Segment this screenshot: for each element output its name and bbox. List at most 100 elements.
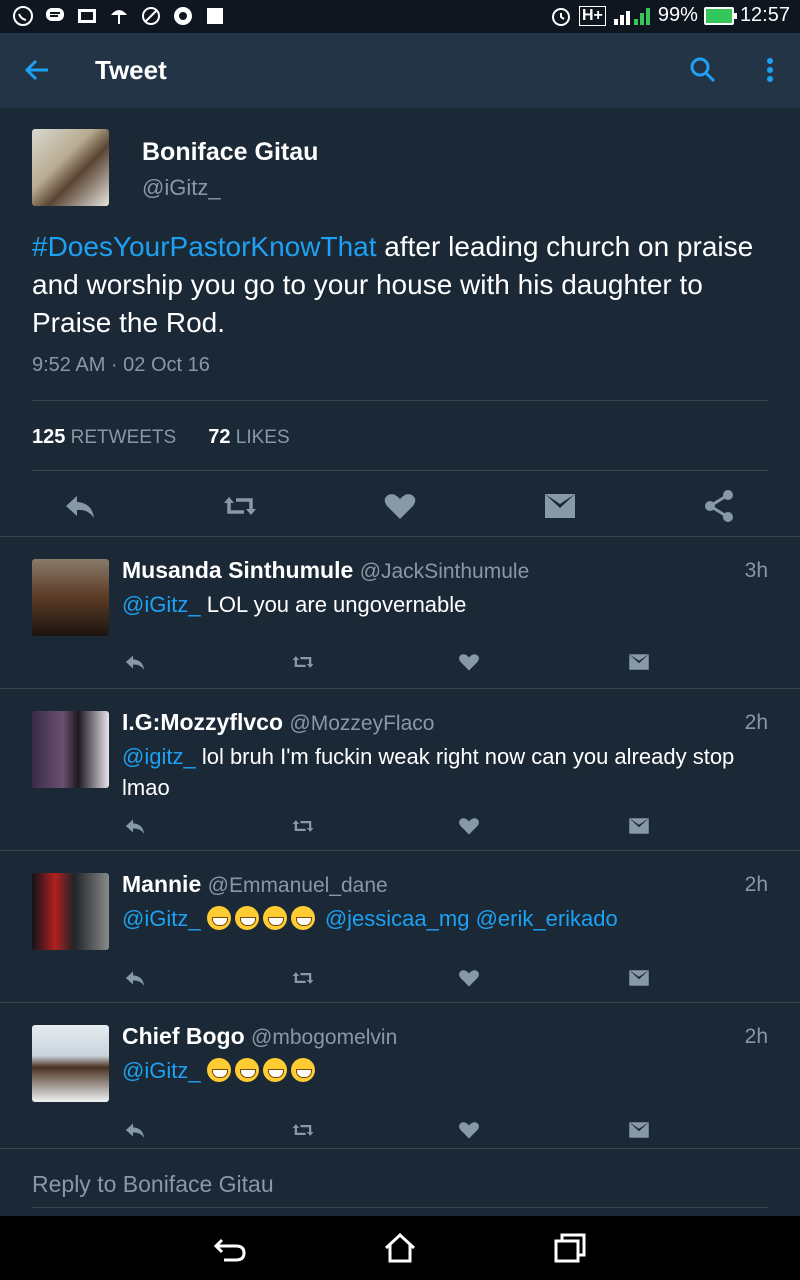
avatar[interactable]: [32, 559, 109, 636]
search-icon[interactable]: [688, 55, 718, 85]
share-icon[interactable]: [700, 486, 740, 526]
reply-time: 2h: [744, 711, 768, 734]
home-icon[interactable]: [382, 1230, 418, 1266]
reply-name: Mannie: [122, 871, 202, 897]
clock: 12:57: [739, 4, 790, 26]
retweet-icon[interactable]: [290, 813, 316, 839]
likes-count: 72: [208, 426, 231, 448]
reply-handle: @Emmanuel_dane: [207, 874, 388, 897]
status-bar: H+ 99% 12:57: [0, 0, 800, 33]
divider: [32, 400, 768, 401]
retweet-icon[interactable]: [220, 486, 260, 526]
divider: [32, 470, 768, 471]
like-icon[interactable]: [456, 965, 482, 991]
direct-message-icon[interactable]: [540, 486, 580, 526]
whatsapp-icon: [13, 6, 33, 26]
avatar[interactable]: [32, 873, 109, 950]
grin-emoji-icon: [262, 906, 287, 930]
overflow-menu-icon[interactable]: [758, 55, 782, 85]
author-handle[interactable]: @iGitz_: [142, 175, 221, 201]
avatar[interactable]: [32, 1025, 109, 1102]
avatar[interactable]: [32, 711, 109, 788]
mention-link[interactable]: @iGitz_: [122, 592, 201, 617]
like-icon[interactable]: [456, 1117, 482, 1143]
direct-message-icon[interactable]: [626, 1117, 652, 1143]
direct-message-icon[interactable]: [626, 813, 652, 839]
tweet-stats: 125 RETWEETS 72 LIKES: [32, 426, 290, 449]
reply-text: @iGitz_: [122, 1055, 772, 1086]
direct-message-icon[interactable]: [626, 965, 652, 991]
emoji-group: [206, 1058, 319, 1083]
tweet-timestamp: 9:52 AM · 02 Oct 16: [32, 354, 210, 376]
block-icon: [142, 7, 160, 25]
input-underline: [32, 1207, 768, 1208]
reply-handle: @MozzeyFlaco: [289, 712, 435, 735]
retweets-label: RETWEETS: [70, 427, 177, 448]
reply-author[interactable]: Mannie @Emmanuel_dane: [122, 871, 388, 898]
recent-apps-icon[interactable]: [552, 1230, 588, 1266]
mention-link[interactable]: @erik_erikado: [476, 906, 618, 931]
retweet-icon[interactable]: [290, 649, 316, 675]
system-status: H+ 99% 12:57: [549, 4, 790, 27]
reply-input[interactable]: Reply to Boniface Gitau: [32, 1171, 274, 1198]
reply-time: 3h: [744, 559, 768, 582]
battery-icon: [703, 6, 737, 25]
back-icon[interactable]: [212, 1230, 248, 1266]
reply-name: Musanda Sinthumule: [122, 557, 354, 583]
network-type: H+: [579, 5, 606, 26]
reply-actions: [122, 1117, 662, 1143]
reply-item[interactable]: Chief Bogo @mbogomelvin 2h @iGitz_: [0, 1002, 800, 1148]
hashtag-link[interactable]: #DoesYourPastorKnowThat: [32, 231, 377, 262]
reply-icon[interactable]: [122, 813, 148, 839]
mention-link[interactable]: @iGitz_: [122, 906, 201, 931]
emoji-group: [206, 906, 319, 931]
flipboard-icon: [207, 8, 223, 24]
reply-icon[interactable]: [122, 649, 148, 675]
reply-actions: [122, 649, 662, 675]
author-name[interactable]: Boniface Gitau: [142, 138, 318, 167]
mention-link[interactable]: @igitz_: [122, 744, 196, 769]
direct-message-icon[interactable]: [626, 649, 652, 675]
reply-composer[interactable]: Reply to Boniface Gitau: [0, 1148, 800, 1216]
grin-emoji-icon: [206, 1058, 231, 1082]
reply-time: 2h: [744, 1025, 768, 1048]
reply-item[interactable]: I.G:Mozzyflvco @MozzeyFlaco 2h @igitz_ l…: [0, 688, 800, 850]
avatar[interactable]: [32, 129, 109, 206]
reply-icon[interactable]: [122, 965, 148, 991]
reply-author[interactable]: Chief Bogo @mbogomelvin: [122, 1023, 397, 1050]
reply-text: @igitz_ lol bruh I'm fuckin weak right n…: [122, 741, 772, 803]
reply-icon[interactable]: [60, 486, 100, 526]
retweets-count: 125: [32, 426, 66, 448]
back-arrow-icon[interactable]: [22, 55, 52, 85]
system-nav-bar: [0, 1216, 800, 1280]
mention-link[interactable]: @iGitz_: [122, 1058, 201, 1083]
reply-name: Chief Bogo: [122, 1023, 245, 1049]
reply-icon[interactable]: [122, 1117, 148, 1143]
reply-author[interactable]: Musanda Sinthumule @JackSinthumule: [122, 557, 529, 584]
retweet-icon[interactable]: [290, 1117, 316, 1143]
reply-name: I.G:Mozzyflvco: [122, 709, 284, 735]
notification-icons: [12, 5, 226, 27]
like-icon[interactable]: [380, 486, 420, 526]
page-title: Tweet: [95, 55, 167, 85]
reply-author[interactable]: I.G:Mozzyflvco @MozzeyFlaco: [122, 709, 434, 736]
app-notification-icon: [174, 7, 192, 25]
grin-emoji-icon: [290, 1058, 315, 1082]
reply-time: 2h: [744, 873, 768, 896]
gallery-icon: [78, 9, 96, 23]
like-icon[interactable]: [456, 649, 482, 675]
battery-percent: 99%: [657, 4, 698, 26]
reply-item[interactable]: Musanda Sinthumule @JackSinthumule 3h @i…: [0, 536, 800, 688]
retweets-stat[interactable]: 125 RETWEETS: [32, 426, 176, 449]
mention-link[interactable]: @jessicaa_mg: [325, 906, 470, 931]
retweet-icon[interactable]: [290, 965, 316, 991]
grin-emoji-icon: [234, 1058, 259, 1082]
alarm-icon: [552, 7, 570, 26]
message-icon: [46, 8, 64, 21]
likes-stat[interactable]: 72 LIKES: [208, 426, 289, 449]
reply-item[interactable]: Mannie @Emmanuel_dane 2h @iGitz_ @jessic…: [0, 850, 800, 1002]
grin-emoji-icon: [262, 1058, 287, 1082]
grin-emoji-icon: [290, 906, 315, 930]
like-icon[interactable]: [456, 813, 482, 839]
reply-actions: [122, 965, 662, 991]
